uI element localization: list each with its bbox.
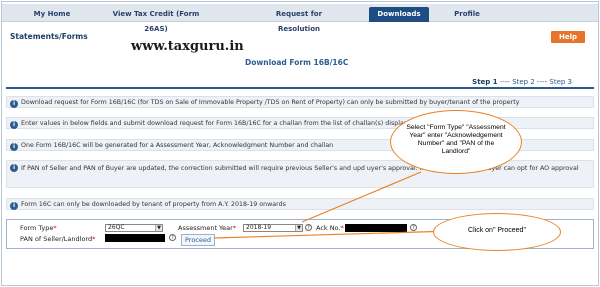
callout-pointer-top [301,171,422,223]
callout-pointer-bottom [213,230,453,239]
callout-click-proceed: Click on" Proceed" [433,213,561,251]
callout-select-fields: Select "Form Type" "Assessment Year" ent… [390,110,522,174]
